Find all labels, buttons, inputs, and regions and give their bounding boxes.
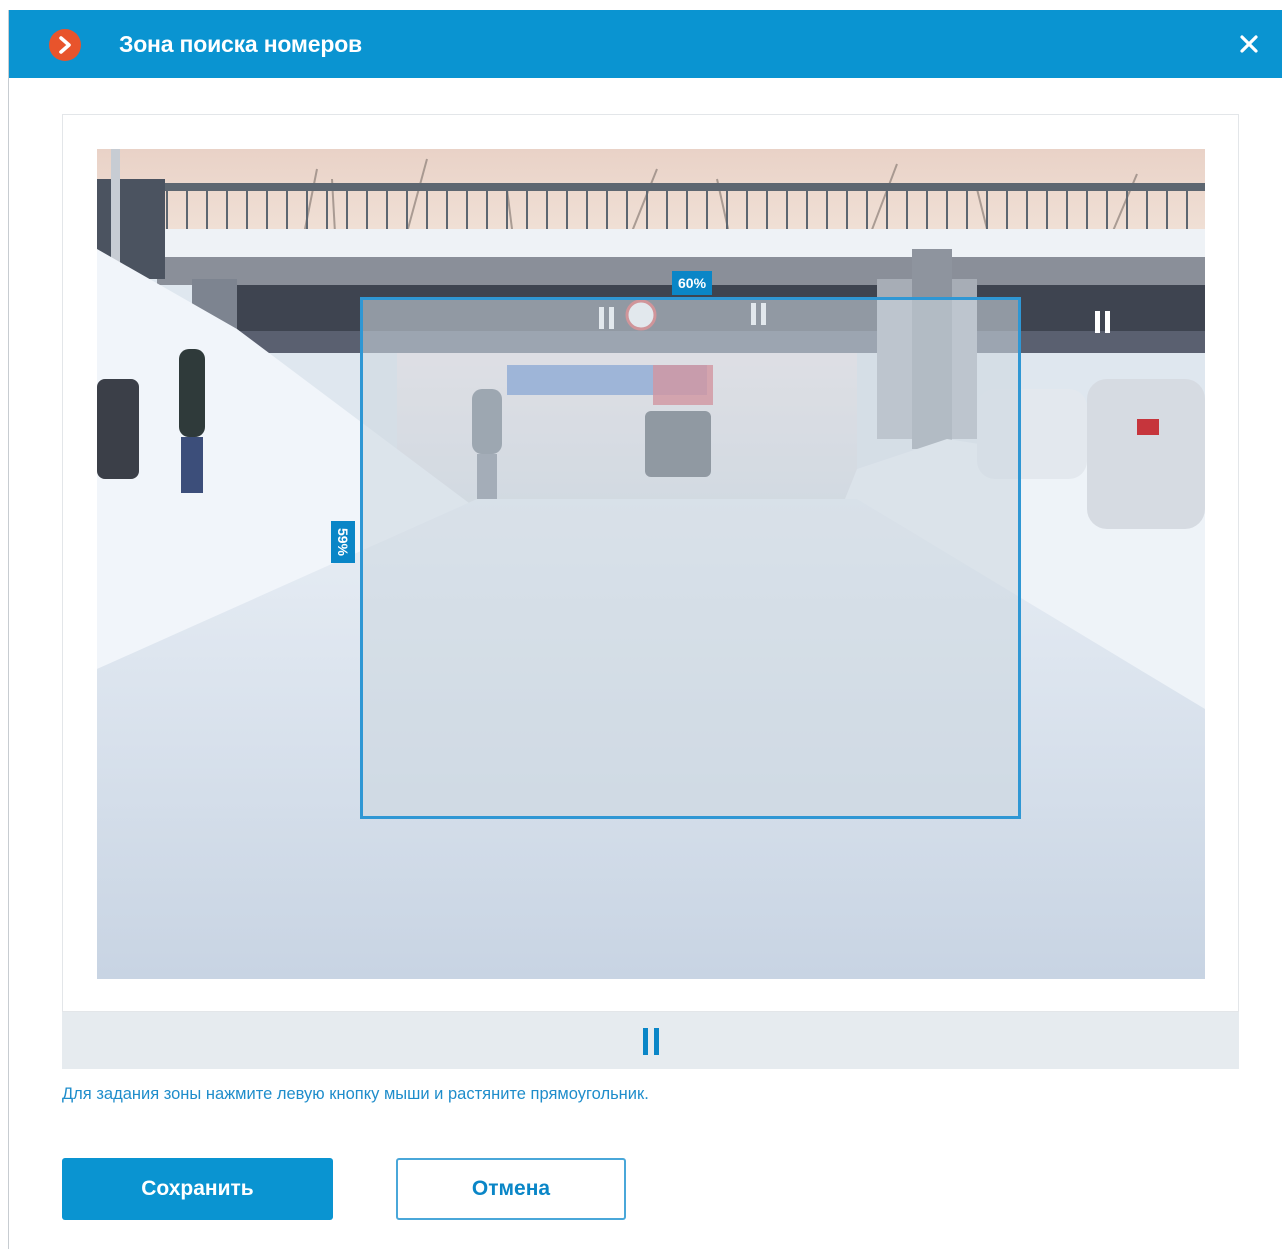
player-control-bar (62, 1012, 1239, 1069)
zone-editor-viewer: 60% 59% (62, 114, 1239, 1012)
dialog-title: Зона поиска номеров (119, 31, 362, 57)
cancel-button[interactable]: Отмена (396, 1158, 626, 1220)
camera-frame[interactable]: 60% 59% (97, 149, 1205, 979)
search-zone-rectangle[interactable] (360, 297, 1021, 819)
zone-height-badge: 59% (331, 521, 355, 563)
dialog-titlebar: Зона поиска номеров (9, 10, 1282, 78)
save-button[interactable]: Сохранить (62, 1158, 333, 1220)
pause-icon[interactable] (639, 1028, 663, 1055)
zone-dialog: Зона поиска номеров 60% 59% Для задания … (8, 10, 1282, 1249)
close-icon[interactable] (1235, 30, 1263, 58)
zone-height-label: 59% (335, 527, 351, 557)
app-logo-icon (49, 29, 81, 61)
zone-hint-text: Для задания зоны нажмите левую кнопку мы… (62, 1085, 649, 1103)
zone-width-badge: 60% (672, 271, 713, 295)
